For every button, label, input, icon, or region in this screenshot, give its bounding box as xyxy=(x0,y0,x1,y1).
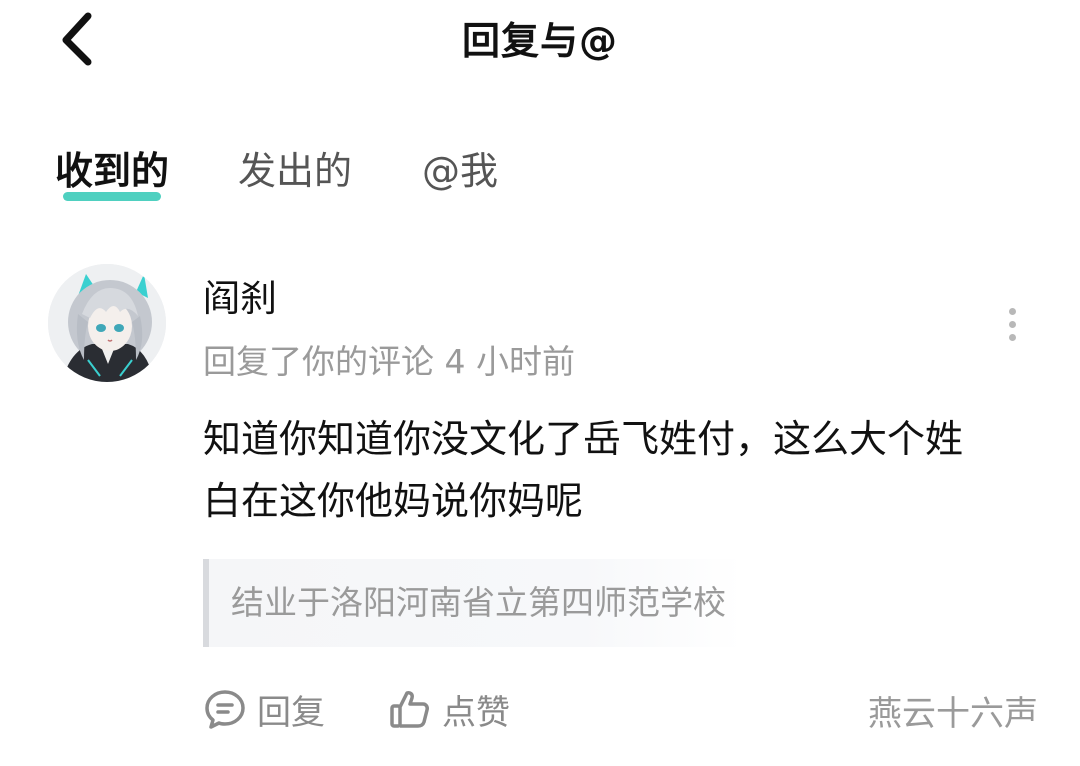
like-button[interactable]: 点赞 xyxy=(388,684,510,734)
quoted-original-comment[interactable]: 结业于洛阳河南省立第四师范学校 xyxy=(203,559,743,647)
reply-comment-line-2: 白在这你他妈说你妈呢 xyxy=(203,479,584,523)
reply-button-label: 回复 xyxy=(257,692,325,733)
username[interactable]: 阎刹 xyxy=(203,268,277,322)
tab-mentions[interactable]: @我 xyxy=(422,140,498,195)
thumbs-up-icon xyxy=(390,691,429,728)
avatar-image xyxy=(48,264,166,382)
more-options-button[interactable] xyxy=(998,302,1028,346)
avatar[interactable] xyxy=(48,264,166,382)
top-bar: 回复与@ xyxy=(0,0,1080,80)
tab-mentions-label: @我 xyxy=(422,149,499,193)
tab-received[interactable]: 收到的 xyxy=(55,140,170,201)
page-title: 回复与@ xyxy=(461,19,618,63)
tab-bar: 收到的 发出的 @我 xyxy=(0,140,1080,210)
active-tab-indicator xyxy=(63,192,162,201)
like-button-label: 点赞 xyxy=(442,692,510,733)
reply-button[interactable]: 回复 xyxy=(203,684,325,734)
reply-comment-text: 知道你知道你没文化了岳飞姓付，这么大个姓 白在这你他妈说你妈呢 xyxy=(203,408,1053,532)
tab-sent-label: 发出的 xyxy=(238,149,353,193)
tab-sent[interactable]: 发出的 xyxy=(238,140,352,195)
reply-comment-line-1: 知道你知道你没文化了岳飞姓付，这么大个姓 xyxy=(203,417,964,461)
tab-received-label: 收到的 xyxy=(55,149,170,193)
source-label: 燕云十六声 xyxy=(868,694,1038,734)
notification-meta: 回复了你的评论 4 小时前 xyxy=(203,342,575,381)
comment-bubble-icon xyxy=(205,690,245,729)
